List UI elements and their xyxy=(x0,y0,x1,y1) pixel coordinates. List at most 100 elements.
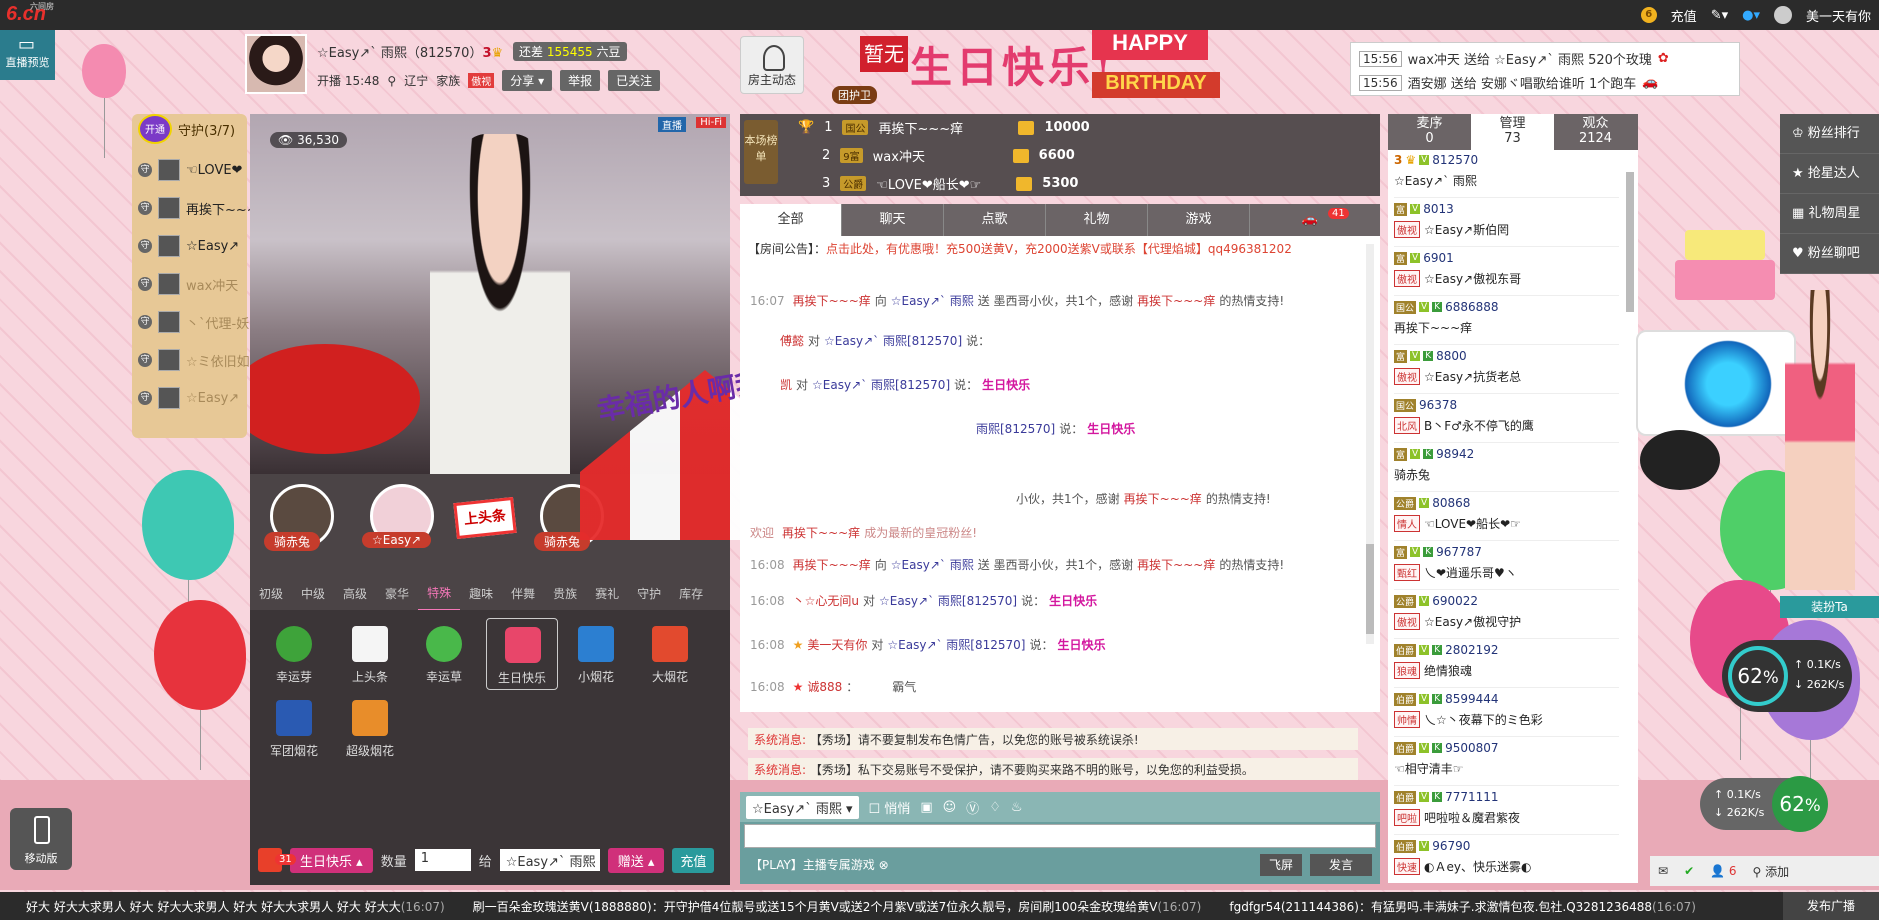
user-row[interactable]: 伯爵 V K 8599444 帅情 乀☆丶夜幕下的ミ色彩 xyxy=(1394,689,1619,737)
user-row[interactable]: 伯爵 V K 7771111 吧啦 吧啦啦＆魔君紫夜 xyxy=(1394,787,1619,835)
vip-emoji-icon[interactable]: Ⓥ xyxy=(966,798,979,817)
play-game-link[interactable]: 【PLAY】主播专属游戏 ⊗ xyxy=(750,856,889,873)
gift-tab[interactable]: 初级 xyxy=(250,578,292,610)
user-avatar[interactable] xyxy=(1773,6,1792,24)
chat-tab-chat[interactable]: 聊天 xyxy=(842,204,944,236)
gift-tab[interactable]: 伴舞 xyxy=(502,578,544,610)
gift-item[interactable]: 上头条 xyxy=(334,618,406,690)
cake-icon[interactable]: ♨ xyxy=(1011,800,1023,815)
coin-icon[interactable]: 6 xyxy=(1640,7,1657,23)
user-row[interactable]: 国公 V K 6886888 再挨下~~~痒 xyxy=(1394,297,1619,345)
gift-tab[interactable]: 守护 xyxy=(628,578,670,610)
site-logo[interactable]: 6.cn 六间房 xyxy=(6,2,54,27)
rank-row[interactable]: 🏆 1 国公 再挨下~~~痒 10000 xyxy=(798,118,1090,137)
emoji-icon[interactable]: ☺ xyxy=(943,800,957,815)
star-catcher-link[interactable]: ★ 抢星达人 xyxy=(1780,154,1879,194)
chat-tab-gifts[interactable]: 礼物 xyxy=(1046,204,1148,236)
user-row[interactable]: 富 V 6901 傲视 ☆Easy↗傲视东哥 xyxy=(1394,248,1619,296)
gift-tab[interactable]: 赛礼 xyxy=(586,578,628,610)
rank-row[interactable]: 3 公爵 ☜LOVE❤船长❤☞ 5300 xyxy=(798,174,1078,193)
chat-tab-songs[interactable]: 点歌 xyxy=(944,204,1046,236)
user-row[interactable]: 富 V K 8800 傲视 ☆Easy↗抗货老总 xyxy=(1394,346,1619,394)
gift-item[interactable]: 超级烟花 xyxy=(334,692,406,764)
gift-item[interactable]: 小烟花 xyxy=(560,618,632,690)
chat-scroll-thumb[interactable] xyxy=(1366,544,1374,634)
gift-tab[interactable]: 趣味 xyxy=(460,578,502,610)
gift-tab[interactable]: 库存 xyxy=(670,578,712,610)
tab-mic-queue[interactable]: 麦序 0 xyxy=(1388,114,1471,150)
chat-target-select[interactable]: ☆Easy↗` 雨熙 ▾ xyxy=(746,795,859,819)
host-feed-button[interactable]: 房主动态 xyxy=(740,36,804,94)
recharge-link[interactable]: 充值 xyxy=(1671,6,1697,25)
rank-row[interactable]: 2 9富 wax冲天 6600 xyxy=(798,146,1075,165)
headline-sign[interactable]: 上头条 xyxy=(453,496,517,540)
user-row[interactable]: 富 V K 98942 骑赤兔 xyxy=(1394,444,1619,492)
ticker-item[interactable]: fgdfgr54(211144386)：有猛男吗.丰满妹子.求激情包夜.包社.Q… xyxy=(1229,898,1696,915)
gift-tab[interactable]: 贵族 xyxy=(544,578,586,610)
gift-item-selected[interactable]: 生日快乐 xyxy=(486,618,558,690)
family-tag[interactable]: 傲视 xyxy=(468,73,495,88)
add-friend-link[interactable]: ⚲ 添加 xyxy=(1753,863,1790,880)
user-row[interactable]: 公爵 V 690022 傲视 ☆Easy↗傲视守护 xyxy=(1394,591,1619,639)
gift-item[interactable]: 幸运芽 xyxy=(258,618,330,690)
edit-icon[interactable]: ✎▾ xyxy=(1711,8,1728,23)
rose-gift-widget[interactable] xyxy=(1636,330,1796,436)
chat-tab-all[interactable]: 全部 xyxy=(740,204,842,236)
chat-tab-car[interactable]: 🚗 xyxy=(1250,204,1370,236)
gift-box-icon[interactable]: 31 xyxy=(258,848,296,872)
recharge-button[interactable]: 充值 xyxy=(672,847,715,873)
chat-input[interactable] xyxy=(744,824,1376,848)
user-row[interactable]: 伯爵 V 96790 快速 ◐Ａey、快乐迷雾◐ xyxy=(1394,836,1619,883)
gift-tab[interactable]: 高级 xyxy=(334,578,376,610)
ticker-item[interactable]: 好大 好大大求男人 好大 好大大求男人 好大 好大大求男人 好大 好大大(16:… xyxy=(26,898,445,915)
chat-scrollbar[interactable] xyxy=(1366,244,1374,644)
gift-item[interactable]: 幸运草 xyxy=(408,618,480,690)
dress-up-button[interactable]: 装扮Ta xyxy=(1780,596,1879,618)
tab-audience[interactable]: 观众 2124 xyxy=(1554,114,1637,150)
selected-gift-dropdown[interactable]: 生日快乐 ▴ xyxy=(290,847,373,873)
user-row[interactable]: 伯爵 V K 9500807 ☜相守清丰☞ xyxy=(1394,738,1619,786)
fan-rank-link[interactable]: ♔ 粉丝排行 xyxy=(1780,114,1879,154)
user-row[interactable]: 富 V 8013 傲视 ☆Easy↗斯伯罔 xyxy=(1394,199,1619,247)
publish-broadcast-button[interactable]: 发布广播 xyxy=(1783,892,1879,920)
user-row[interactable]: 伯爵 V K 2802192 狼魂 绝情狼魂 xyxy=(1394,640,1619,688)
ticker-item[interactable]: 刷一百朵金玫瑰送黄V(1888880)：开守护借4位靓号或送15个月黄V或送2个… xyxy=(473,898,1202,915)
followed-button[interactable]: 已关注 xyxy=(608,70,661,91)
gift-weekly-link[interactable]: ▦ 礼物周星 xyxy=(1780,194,1879,234)
tab-admins[interactable]: 管理 73 xyxy=(1471,114,1554,150)
gift-item[interactable]: 军团烟花 xyxy=(258,692,330,764)
user-row[interactable]: 公爵 V 80868 情人 ☜LOVE❤船长❤☞ xyxy=(1394,493,1619,541)
gift-tab[interactable]: 豪华 xyxy=(376,578,418,610)
host-avatar[interactable] xyxy=(245,34,307,94)
image-icon[interactable]: ▣ xyxy=(920,800,932,815)
quiet-checkbox[interactable]: ☐ 悄悄 xyxy=(869,798,911,817)
check-icon[interactable]: ✔ xyxy=(1684,864,1694,878)
gift-tab-active[interactable]: 特殊 xyxy=(418,577,461,611)
mobile-version-button[interactable]: 移动版 xyxy=(10,808,72,870)
share-button[interactable]: 分享 ▾ xyxy=(502,70,553,91)
chat-tab-games[interactable]: 游戏 xyxy=(1148,204,1250,236)
report-button[interactable]: 举报 xyxy=(560,70,601,91)
room-announcement[interactable]: 【房间公告】：点击此处，有优惠哦！充500送黄V，充2000送紫V或联系【代理焰… xyxy=(748,240,1368,257)
send-gift-button[interactable]: 赠送 ▴ xyxy=(607,847,665,873)
vip-icon[interactable]: ♢ xyxy=(989,800,1001,815)
fan-chat-link[interactable]: ♥ 粉丝聊吧 xyxy=(1780,234,1879,274)
user-row[interactable]: 国公 96378 北风 B丶F♂永不停飞的鹰 xyxy=(1394,395,1619,443)
mail-icon[interactable]: ✉ xyxy=(1658,864,1668,878)
user-row[interactable]: 3 ♛ V 812570 ☆Easy↗` 雨熙 xyxy=(1394,150,1619,198)
friends-icon[interactable]: 👤 6 xyxy=(1710,864,1736,878)
username-link[interactable]: 美一天有你 xyxy=(1806,6,1871,25)
host-name[interactable]: ☆Easy↗` 雨熙 xyxy=(317,46,407,61)
recipient-select[interactable]: ☆Easy↗` 雨熙 xyxy=(499,849,600,871)
user-row[interactable]: 富 V K 967787 甄红 乀❤逍遥乐哥♥ヽ xyxy=(1394,542,1619,590)
open-guard-button[interactable]: 开通 xyxy=(138,114,172,144)
send-message-button[interactable]: 发言 xyxy=(1310,854,1372,876)
gift-item[interactable]: 大烟花 xyxy=(634,618,706,690)
user-list-scrollbar[interactable] xyxy=(1626,172,1634,312)
gift-tab[interactable]: 中级 xyxy=(292,578,334,610)
fly-screen-button[interactable]: 飞屏 xyxy=(1260,854,1302,876)
quantity-input[interactable]: 1 xyxy=(414,849,471,871)
live-preview-button[interactable]: 直播预览 xyxy=(0,30,55,80)
avatar-doll[interactable] xyxy=(1785,290,1855,590)
status-icon[interactable]: ●▾ xyxy=(1742,8,1760,23)
